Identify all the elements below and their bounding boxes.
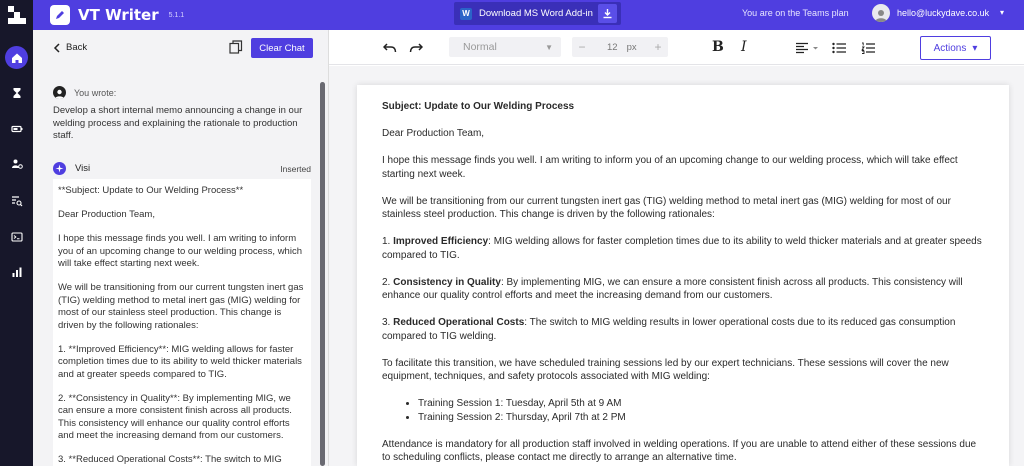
memo-attendance: Attendance is mandatory for all producti… <box>382 438 977 464</box>
copy-icon[interactable] <box>229 40 243 57</box>
brand-logo[interactable] <box>0 0 33 30</box>
chat-panel: Back Clear Chat You wrote: Develop a sho… <box>33 30 329 466</box>
response-paragraph: 2. **Consistency in Quality**: By implem… <box>58 392 292 442</box>
assistant-response: **Subject: Update to Our Welding Process… <box>53 179 311 466</box>
sparkle-icon <box>53 162 66 175</box>
increase-font-size-button[interactable]: + <box>648 40 668 54</box>
chevron-down-icon: ▼ <box>545 42 553 52</box>
memo-training-intro: To facilitate this transition, we have s… <box>382 357 949 383</box>
user-icon <box>53 86 66 99</box>
chevron-down-icon[interactable]: ▾ <box>1000 8 1004 17</box>
font-size-stepper[interactable]: − 12 px + <box>572 37 668 57</box>
back-label: Back <box>66 42 88 53</box>
assistant-message-header: Visi Inserted <box>53 162 311 175</box>
plan-status: You are on the Teams plan <box>742 8 849 18</box>
memo-intro: I hope this message finds you well. I am… <box>382 155 958 180</box>
response-paragraph: Dear Production Team, <box>58 209 155 220</box>
app-version: 5.1.1 <box>168 11 185 19</box>
users-cog-icon[interactable] <box>5 152 28 175</box>
battery-icon[interactable] <box>5 117 28 140</box>
point-heading: Reduced Operational Costs <box>393 317 525 328</box>
point-heading: Consistency in Quality <box>393 276 501 288</box>
paragraph-style-select[interactable]: Normal ▼ <box>449 37 561 57</box>
pen-icon <box>56 11 64 19</box>
font-size-unit: px <box>626 41 637 53</box>
user-email[interactable]: hello@luckydave.co.uk <box>897 8 989 18</box>
memo-greeting: Dear Production Team, <box>382 128 485 139</box>
inserted-status: Inserted <box>280 163 311 174</box>
response-paragraph: 3. **Reduced Operational Costs**: The sw… <box>58 454 282 465</box>
align-dropdown[interactable] <box>796 30 820 65</box>
avatar[interactable] <box>872 4 890 22</box>
point-number: 3. <box>382 317 394 328</box>
chevron-down-icon: ▾ <box>972 42 978 54</box>
actions-label: Actions <box>933 42 967 54</box>
chat-scrollbar[interactable] <box>320 82 325 466</box>
user-prompt-text: Develop a short internal memo announcing… <box>53 105 303 141</box>
word-icon: W <box>460 7 472 20</box>
memo-transition: We will be transitioning from our curren… <box>382 195 951 221</box>
memo-point: 1. Improved Efficiency: MIG welding allo… <box>382 235 984 262</box>
clear-chat-button[interactable]: Clear Chat <box>251 38 313 58</box>
brand-logo-icon <box>7 6 26 24</box>
download-word-addin-label: Download MS Word Add-in <box>479 8 593 19</box>
terminal-icon[interactable] <box>5 225 28 248</box>
numbered-list-icon[interactable] <box>861 30 875 65</box>
point-number: 2. <box>382 276 394 288</box>
editor-toolbar: Normal ▼ − 12 px + B I Actions ▾ <box>329 30 1024 65</box>
response-paragraph: 1. **Improved Efficiency**: MIG welding … <box>58 343 302 380</box>
home-icon[interactable] <box>5 46 28 69</box>
font-size-value[interactable]: 12 <box>607 42 618 53</box>
document-page[interactable]: Subject: Update to Our Welding Process D… <box>357 85 1009 466</box>
bar-chart-icon[interactable] <box>5 260 28 283</box>
app-title: VT Writer <box>78 6 159 24</box>
response-paragraph: **Subject: Update to Our Welding Process… <box>58 185 244 196</box>
redo-icon[interactable] <box>409 30 423 65</box>
download-word-addin-button[interactable]: W Download MS Word Add-in <box>454 2 621 25</box>
decrease-font-size-button[interactable]: − <box>572 40 592 54</box>
point-number: 1. <box>382 236 394 247</box>
align-left-icon <box>796 42 818 53</box>
hourglass-icon[interactable] <box>5 81 28 104</box>
user-message-header: You wrote: <box>53 86 116 99</box>
download-icon <box>598 4 617 23</box>
memo-subject: Subject: Update to Our Welding Process <box>382 101 575 112</box>
response-paragraph: We will be transitioning from our curren… <box>58 282 304 331</box>
undo-icon[interactable] <box>383 30 397 65</box>
user-avatar-icon <box>875 10 887 22</box>
search-list-icon[interactable] <box>5 189 28 212</box>
point-heading: Improved Efficiency <box>393 236 489 247</box>
bullet-list-icon[interactable] <box>832 30 846 65</box>
actions-button[interactable]: Actions ▾ <box>920 36 991 60</box>
paragraph-style-value: Normal <box>463 41 497 53</box>
response-paragraph: I hope this message finds you well. I am… <box>58 233 302 269</box>
sidebar-rail <box>0 30 33 466</box>
app-logo <box>50 5 70 25</box>
you-wrote-label: You wrote: <box>74 87 117 98</box>
list-item: Training Session 2: Thursday, April 7th … <box>418 411 984 425</box>
assistant-name: Visi <box>75 163 91 174</box>
memo-point: 2. Consistency in Quality: By implementi… <box>382 276 984 303</box>
training-session-list: Training Session 1: Tuesday, April 5th a… <box>418 397 984 424</box>
bold-button[interactable]: B <box>712 39 724 55</box>
top-bar: VT Writer 5.1.1 W Download MS Word Add-i… <box>0 0 1024 30</box>
list-item: Training Session 1: Tuesday, April 5th a… <box>418 397 984 411</box>
italic-button[interactable]: I <box>741 39 747 55</box>
chevron-left-icon <box>53 42 60 53</box>
memo-point: 3. Reduced Operational Costs: The switch… <box>382 316 984 343</box>
back-button[interactable]: Back <box>53 42 87 53</box>
document-body[interactable]: Subject: Update to Our Welding Process D… <box>357 85 1009 465</box>
